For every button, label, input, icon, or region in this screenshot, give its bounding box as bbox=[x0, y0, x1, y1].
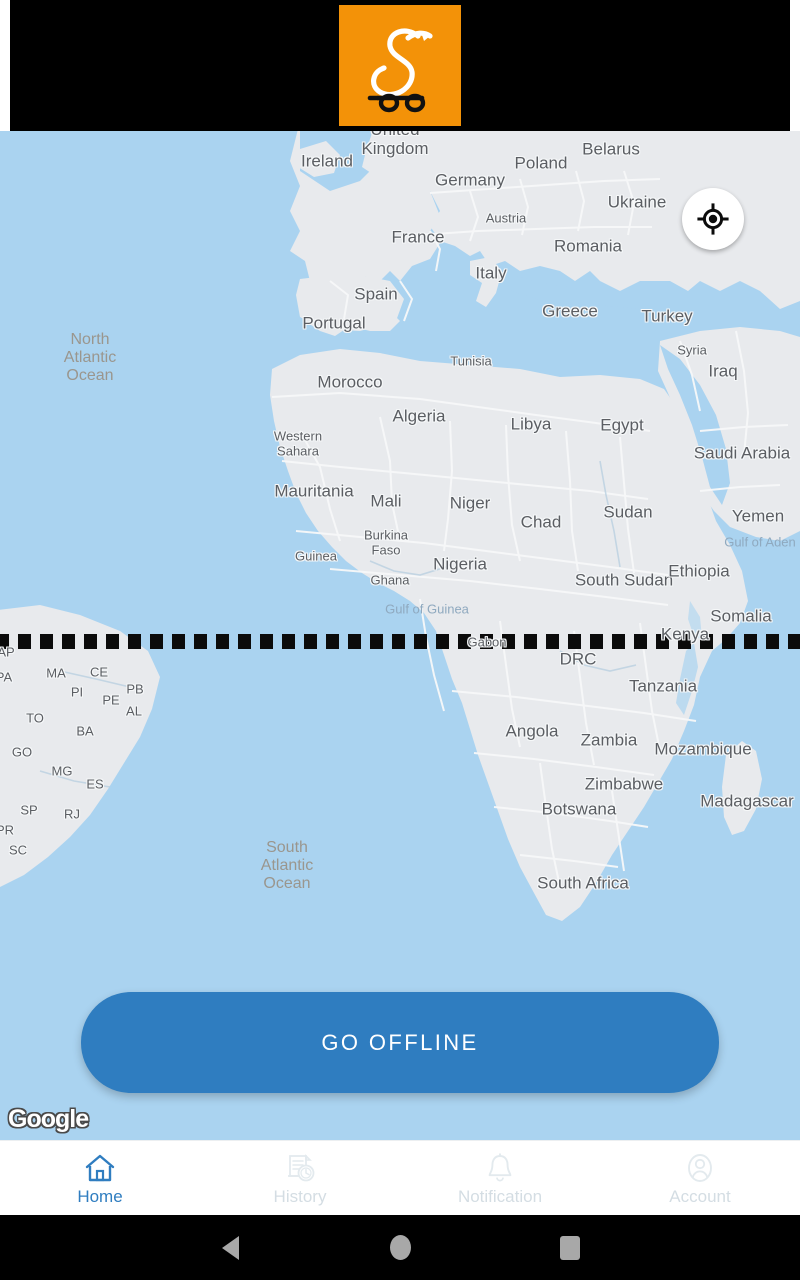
system-recents-button[interactable] bbox=[485, 1235, 655, 1260]
tab-history[interactable]: History bbox=[200, 1141, 400, 1216]
home-icon bbox=[83, 1150, 117, 1184]
back-triangle-icon bbox=[221, 1235, 239, 1260]
brand-logo bbox=[339, 5, 461, 126]
account-icon bbox=[683, 1150, 717, 1184]
bell-icon bbox=[483, 1150, 517, 1184]
g-logo-icon bbox=[367, 27, 433, 112]
tab-notification[interactable]: Notification bbox=[400, 1141, 600, 1216]
home-circle-icon bbox=[389, 1235, 411, 1260]
tab-history-label: History bbox=[273, 1186, 327, 1206]
map-geometry bbox=[0, 131, 800, 1140]
google-watermark: Google bbox=[8, 1105, 89, 1133]
android-system-nav bbox=[0, 1215, 800, 1280]
my-location-button[interactable] bbox=[682, 188, 744, 250]
recents-square-icon bbox=[560, 1235, 580, 1260]
bottom-tab-bar: Home History Notification Account bbox=[0, 1140, 800, 1215]
map-view[interactable]: United KingdomIrelandPolandBelarusGerman… bbox=[0, 131, 800, 1140]
tab-notification-label: Notification bbox=[457, 1186, 543, 1206]
go-offline-button[interactable]: GO OFFLINE bbox=[81, 992, 719, 1093]
tab-home[interactable]: Home bbox=[0, 1141, 200, 1216]
app-root: United KingdomIrelandPolandBelarusGerman… bbox=[0, 0, 800, 1280]
system-home-button[interactable] bbox=[315, 1235, 485, 1260]
system-back-button[interactable] bbox=[145, 1235, 315, 1260]
tab-home-label: Home bbox=[77, 1186, 123, 1206]
my-location-icon bbox=[697, 203, 729, 235]
history-icon bbox=[283, 1150, 317, 1184]
tab-account-label: Account bbox=[669, 1186, 731, 1206]
splash-banner bbox=[10, 0, 790, 131]
tab-account[interactable]: Account bbox=[600, 1141, 800, 1216]
